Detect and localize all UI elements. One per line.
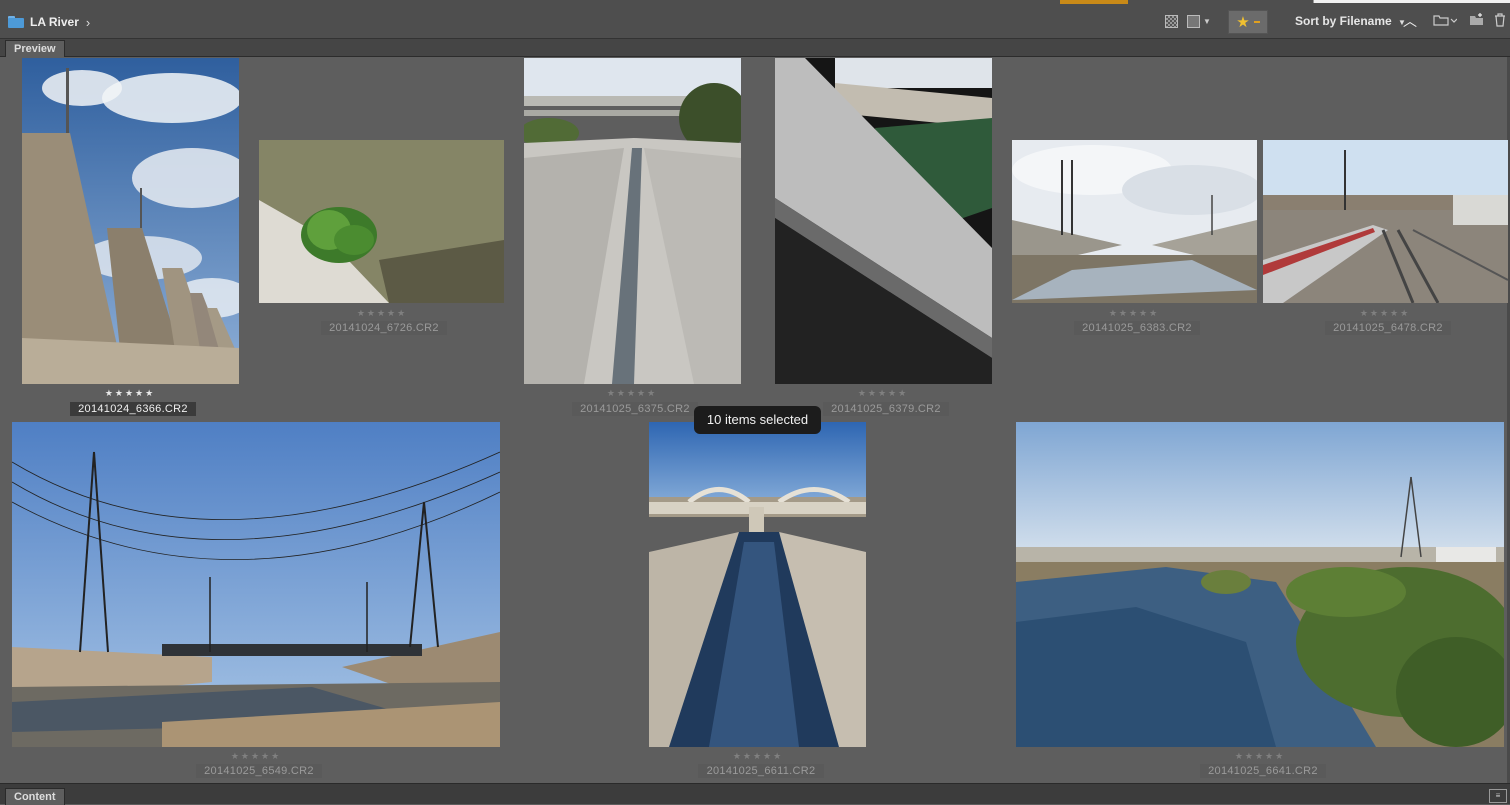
thumbnail-filename[interactable]: 20141024_6726.CR2 bbox=[321, 321, 447, 335]
thumbnail-filename[interactable]: 20141024_6366.CR2 bbox=[70, 402, 196, 416]
thumbnail-filename[interactable]: 20141025_6549.CR2 bbox=[196, 764, 322, 778]
chevron-down-icon[interactable]: ▼ bbox=[1203, 17, 1211, 26]
content-panel-bar: Content ≡ bbox=[0, 783, 1510, 805]
thumbnail-image[interactable] bbox=[524, 58, 741, 384]
selection-count-tooltip: 10 items selected bbox=[694, 406, 821, 434]
thumbnail-filename[interactable]: 20141025_6379.CR2 bbox=[823, 402, 949, 416]
sort-dropdown[interactable]: Sort by Filename ▼ bbox=[1295, 14, 1406, 28]
open-folder-icon[interactable] bbox=[1433, 13, 1458, 30]
thumbnail-image[interactable] bbox=[259, 140, 504, 303]
thumbnail-image[interactable] bbox=[775, 58, 992, 384]
folder-icon bbox=[8, 16, 24, 28]
rating-stars[interactable]: ★★★★★ bbox=[1200, 751, 1320, 762]
rating-stars[interactable]: ★★★★★ bbox=[1325, 308, 1445, 319]
rating-stars[interactable]: ★★★★★ bbox=[823, 388, 943, 399]
thumbnail-filename[interactable]: 20141025_6375.CR2 bbox=[572, 402, 698, 416]
rating-stars[interactable]: ★★★★★ bbox=[698, 751, 818, 762]
path-toolbar: LA River › ▼ ★ Sort by Filename ▼ ︿ bbox=[0, 0, 1510, 39]
rating-stars[interactable]: ★★★★★ bbox=[572, 388, 692, 399]
breadcrumb-folder-label[interactable]: LA River bbox=[30, 15, 79, 29]
view-controls: ▼ bbox=[1165, 12, 1211, 30]
thumbnail-image[interactable] bbox=[1263, 140, 1508, 303]
thumbnail-image[interactable] bbox=[1016, 422, 1504, 747]
thumbnail-grid-icon[interactable] bbox=[1165, 14, 1178, 28]
trash-icon[interactable] bbox=[1494, 13, 1506, 30]
breadcrumb[interactable]: LA River › bbox=[8, 14, 90, 30]
rating-stars[interactable]: ★★★★★ bbox=[196, 751, 316, 762]
sort-ascending-icon[interactable]: ︿ bbox=[1403, 11, 1417, 31]
thumbnail-image[interactable] bbox=[22, 58, 239, 384]
filter-dash-icon bbox=[1253, 21, 1260, 23]
thumbnail-image[interactable] bbox=[12, 422, 500, 747]
tab-content[interactable]: Content bbox=[5, 788, 65, 805]
thumbnail-image[interactable] bbox=[1012, 140, 1257, 303]
active-indicator bbox=[1060, 0, 1128, 4]
thumbnail-image[interactable] bbox=[649, 422, 866, 747]
thumbnail-filename[interactable]: 20141025_6478.CR2 bbox=[1325, 321, 1451, 335]
star-filter-icon: ★ bbox=[1236, 14, 1250, 31]
star-filter-button[interactable]: ★ bbox=[1228, 10, 1268, 34]
rating-stars[interactable]: ★★★★★ bbox=[322, 308, 442, 319]
panel-menu-icon[interactable]: ≡ bbox=[1489, 789, 1507, 803]
sort-label: Sort by Filename bbox=[1295, 14, 1392, 28]
thumbnail-filename[interactable]: 20141025_6611.CR2 bbox=[698, 764, 824, 778]
preview-tab-row: Preview bbox=[0, 39, 1510, 57]
new-folder-icon[interactable] bbox=[1469, 13, 1485, 30]
thumbnail-filename[interactable]: 20141025_6641.CR2 bbox=[1200, 764, 1326, 778]
thumbnail-filename[interactable]: 20141025_6383.CR2 bbox=[1074, 321, 1200, 335]
details-view-icon[interactable] bbox=[1187, 14, 1200, 28]
tab-preview[interactable]: Preview bbox=[5, 40, 65, 57]
chevron-right-icon[interactable]: › bbox=[86, 15, 90, 30]
search-field[interactable] bbox=[1313, 0, 1510, 3]
rating-stars[interactable]: ★★★★★ bbox=[70, 388, 190, 399]
rating-stars[interactable]: ★★★★★ bbox=[1074, 308, 1194, 319]
